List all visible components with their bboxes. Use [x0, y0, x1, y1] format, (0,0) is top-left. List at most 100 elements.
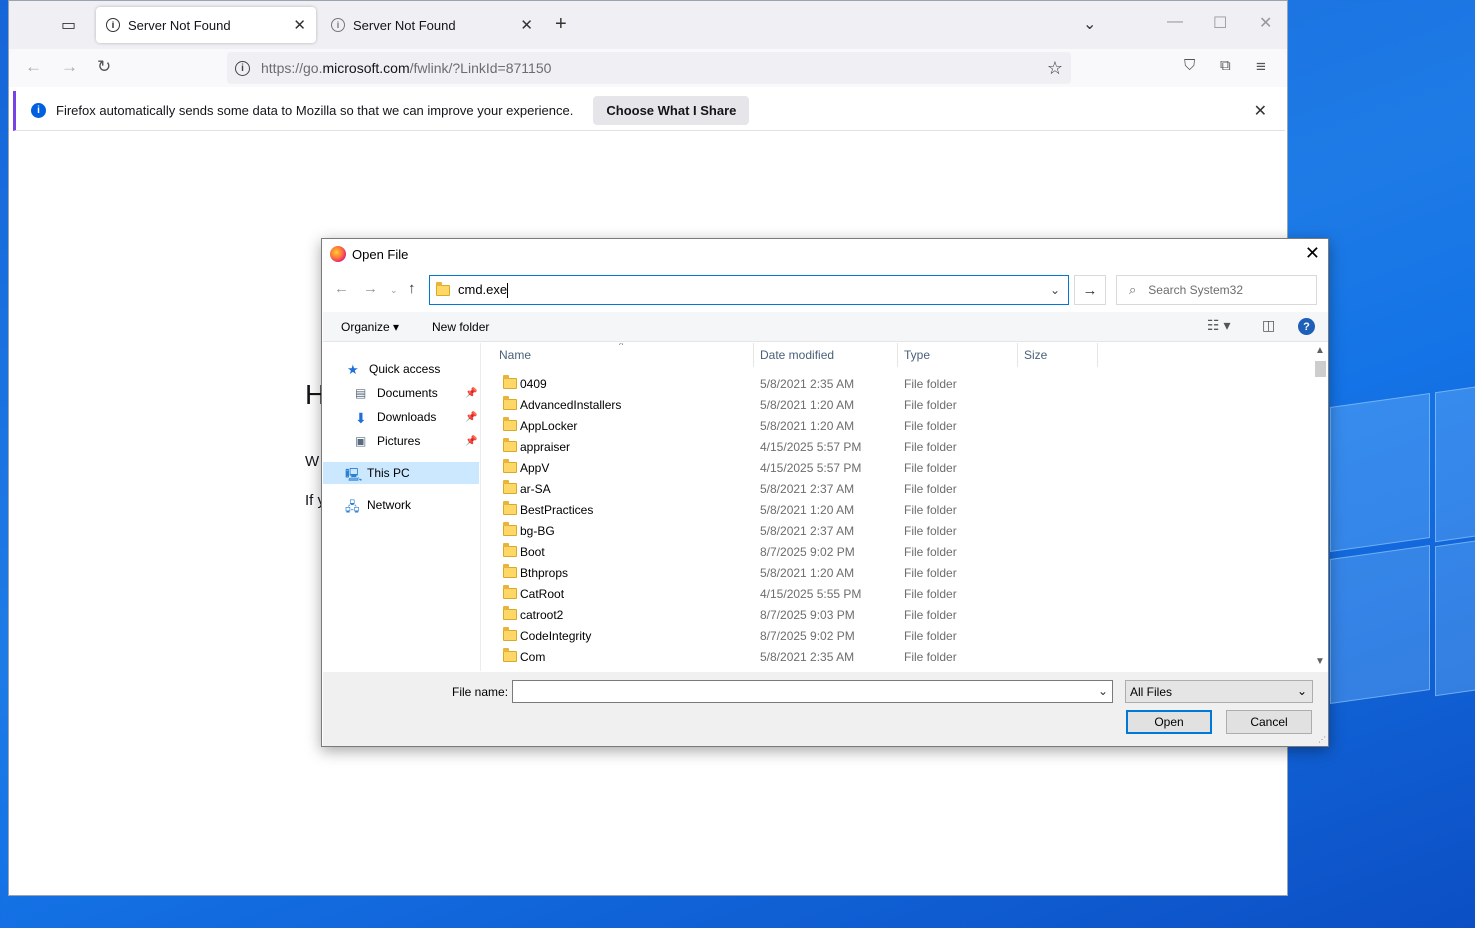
forward-icon[interactable]: → — [363, 280, 378, 297]
file-row[interactable]: 0409 5/8/2021 2:35 AM File folder — [482, 373, 1302, 394]
file-type: File folder — [904, 586, 957, 601]
column-name[interactable]: Name — [499, 348, 531, 362]
file-row[interactable]: Com 5/8/2021 2:35 AM File folder — [482, 646, 1302, 667]
url-bar[interactable]: i https://go.microsoft.com/fwlink/?LinkI… — [227, 52, 1071, 84]
close-tab-icon[interactable]: ✕ — [520, 16, 533, 34]
navigation-pane: ★ Quick access ▤ Documents 📌 ⬇ Downloads… — [323, 343, 481, 671]
preview-pane-icon[interactable]: ◫ — [1262, 317, 1275, 334]
maximize-icon[interactable]: ☐ — [1213, 13, 1227, 33]
file-row[interactable]: bg-BG 5/8/2021 2:37 AM File folder — [482, 520, 1302, 541]
file-row[interactable]: ar-SA 5/8/2021 2:37 AM File folder — [482, 478, 1302, 499]
close-dialog-icon[interactable]: ✕ — [1305, 243, 1320, 264]
file-row[interactable]: CodeIntegrity 8/7/2025 9:02 PM File folder — [482, 625, 1302, 646]
file-row[interactable]: Bthprops 5/8/2021 1:20 AM File folder — [482, 562, 1302, 583]
info-icon: i — [331, 18, 345, 32]
folder-icon — [436, 281, 450, 296]
nav-bar: ← → ↻ i https://go.microsoft.com/fwlink/… — [9, 49, 1287, 87]
dialog-footer: File name: ⌄ All Files ⌄ Open Cancel ⋰ — [323, 672, 1328, 746]
url-text: https://go.microsoft.com/fwlink/?LinkId=… — [261, 60, 552, 76]
minimize-icon[interactable]: — — [1167, 13, 1183, 31]
column-type[interactable]: Type — [904, 348, 930, 362]
file-row[interactable]: appraiser 4/15/2025 5:57 PM File folder — [482, 436, 1302, 457]
view-options-icon[interactable]: ☷ ▾ — [1207, 317, 1230, 334]
vertical-scrollbar[interactable]: ▲ ▼ — [1312, 343, 1328, 671]
network-icon: 🖧 — [345, 499, 360, 514]
search-input[interactable]: ⌕ Search System32 — [1116, 275, 1317, 305]
open-button[interactable]: Open — [1126, 710, 1212, 734]
organize-button[interactable]: Organize ▾ — [341, 320, 399, 334]
new-tab-icon[interactable]: + — [555, 13, 567, 36]
resize-grip-icon[interactable]: ⋰ — [1318, 735, 1326, 744]
new-folder-button[interactable]: New folder — [432, 320, 489, 334]
recent-locations-icon[interactable]: ⌄ — [390, 285, 398, 296]
chevron-down-icon[interactable]: ⌄ — [1098, 684, 1108, 698]
file-name-input[interactable]: ⌄ — [512, 680, 1113, 703]
column-date-modified[interactable]: Date modified — [760, 348, 834, 362]
scroll-up-icon[interactable]: ▲ — [1315, 345, 1325, 356]
open-file-dialog: Open File ✕ ← → ⌄ ↑ cmd.exe ⌄ → ⌕ Search… — [321, 238, 1329, 747]
help-icon[interactable]: ? — [1298, 318, 1315, 335]
file-row[interactable]: Boot 8/7/2025 9:02 PM File folder — [482, 541, 1302, 562]
nav-item-pictures[interactable]: ▣ Pictures 📌 — [355, 430, 479, 452]
close-window-icon[interactable]: ✕ — [1259, 13, 1272, 33]
reload-icon[interactable]: ↻ — [97, 57, 111, 77]
file-name: CodeIntegrity — [520, 628, 592, 643]
back-icon[interactable]: ← — [25, 57, 42, 77]
bookmark-star-icon[interactable]: ☆ — [1047, 58, 1063, 79]
nav-item-quick-access[interactable]: ★ Quick access — [347, 358, 440, 380]
scroll-down-icon[interactable]: ▼ — [1315, 656, 1325, 667]
file-row[interactable]: AdvancedInstallers 5/8/2021 1:20 AM File f… — [482, 394, 1302, 415]
file-type-filter-select[interactable]: All Files ⌄ — [1125, 680, 1313, 703]
file-name: appraiser — [520, 439, 571, 454]
close-tab-icon[interactable]: ✕ — [293, 16, 306, 34]
file-type: File folder — [904, 607, 957, 622]
file-row[interactable]: catroot2 8/7/2025 9:03 PM File folder — [482, 604, 1302, 625]
column-size[interactable]: Size — [1024, 348, 1047, 362]
firefox-view-icon[interactable]: ▭ — [61, 15, 76, 35]
back-icon[interactable]: ← — [334, 280, 349, 297]
menu-icon[interactable]: ≡ — [1256, 57, 1266, 77]
file-type: File folder — [904, 565, 957, 580]
choose-what-i-share-button[interactable]: Choose What I Share — [593, 96, 750, 125]
file-type: File folder — [904, 460, 957, 475]
scroll-thumb[interactable] — [1315, 361, 1326, 377]
up-folder-icon[interactable]: ↑ — [408, 280, 416, 297]
chevron-down-icon[interactable]: ⌄ — [1050, 283, 1060, 297]
file-type: File folder — [904, 439, 957, 454]
list-header: ^ Name Date modified Type Size — [482, 343, 1312, 367]
nav-item-network[interactable]: 🖧 Network — [345, 494, 411, 516]
file-row[interactable]: BestPractices 5/8/2021 1:20 AM File folder — [482, 499, 1302, 520]
file-name: Boot — [520, 544, 545, 559]
forward-icon[interactable]: → — [61, 57, 78, 77]
tab-server-not-found-2[interactable]: i Server Not Found ✕ — [321, 7, 543, 43]
pocket-icon[interactable]: ⛉ — [1184, 57, 1195, 74]
file-date: 4/15/2025 5:57 PM — [760, 460, 862, 475]
tab-server-not-found-1[interactable]: i Server Not Found ✕ — [96, 7, 316, 43]
notification-text: Firefox automatically sends some data to… — [56, 103, 574, 118]
info-icon: i — [31, 103, 46, 118]
file-row[interactable]: AppV 4/15/2025 5:57 PM File folder — [482, 457, 1302, 478]
nav-item-downloads[interactable]: ⬇ Downloads 📌 — [355, 406, 479, 428]
file-date: 8/7/2025 9:02 PM — [760, 544, 855, 559]
list-all-tabs-icon[interactable]: ⌄ — [1083, 14, 1096, 34]
extensions-icon[interactable]: ⧉ — [1220, 57, 1231, 74]
close-notification-icon[interactable]: ✕ — [1254, 101, 1267, 121]
address-input[interactable]: cmd.exe ⌄ — [429, 275, 1069, 305]
file-date: 5/8/2021 2:35 AM — [760, 376, 855, 391]
folder-icon — [503, 501, 517, 515]
site-info-icon[interactable]: i — [235, 60, 250, 76]
folder-icon — [503, 627, 517, 641]
file-name: catroot2 — [520, 607, 564, 622]
file-row[interactable]: AppLocker 5/8/2021 1:20 AM File folder — [482, 415, 1302, 436]
file-date: 5/8/2021 2:37 AM — [760, 523, 855, 538]
file-type: File folder — [904, 628, 957, 643]
document-icon: ▤ — [355, 386, 367, 400]
cancel-button[interactable]: Cancel — [1226, 710, 1312, 734]
pin-icon: 📌 — [465, 387, 478, 399]
file-name: Bthprops — [520, 565, 569, 580]
nav-item-this-pc[interactable]: 🖳 This PC — [323, 462, 479, 484]
command-bar: Organize ▾ New folder ☷ ▾ ◫ ? — [323, 312, 1328, 342]
nav-item-documents[interactable]: ▤ Documents 📌 — [355, 382, 479, 404]
go-arrow-button[interactable]: → — [1074, 275, 1106, 305]
file-row[interactable]: CatRoot 4/15/2025 5:55 PM File folder — [482, 583, 1302, 604]
